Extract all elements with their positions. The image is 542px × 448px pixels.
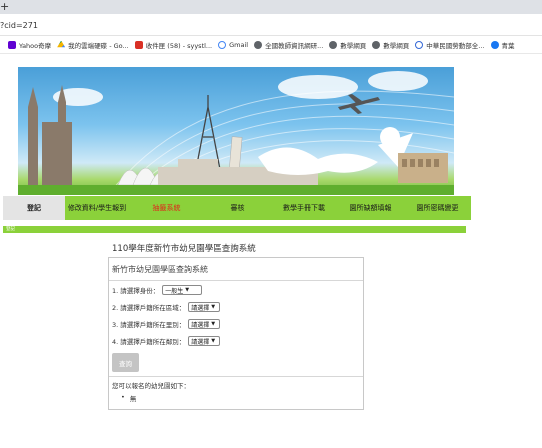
chevron-down-icon: ▼ (211, 304, 216, 310)
bookmark-facebook[interactable]: 青葉 (490, 40, 515, 50)
bookmark-teacher-net[interactable]: 全國教師資訊網研... (254, 40, 323, 50)
url-text[interactable]: ?cid=271 (0, 21, 38, 30)
village-label: 3. 請選擇戶籍所在里別： (112, 321, 186, 329)
ministry-icon (415, 40, 424, 49)
neighborhood-label: 4. 請選擇戶籍所在鄰別： (112, 338, 186, 346)
chevron-down-icon: ▼ (185, 287, 190, 293)
bullet-icon: • (121, 393, 125, 401)
bookmark-math-1[interactable]: 數學網頁 (329, 40, 366, 50)
nav-item-edit-data[interactable]: 修改資料/學生報到 (65, 196, 129, 220)
page-title: 110學年度新竹市幼兒園學區查詢系統 (112, 244, 256, 254)
bookmark-gmail[interactable]: Gmail (218, 40, 248, 49)
facebook-icon (490, 40, 499, 49)
google-drive-icon (57, 40, 66, 48)
identity-label: 1. 請選擇身份： (112, 287, 160, 295)
breadcrumb-bar: 登記 (3, 226, 466, 233)
nav-item-lottery[interactable]: 抽籤系統 (129, 196, 204, 220)
address-bar[interactable]: ?cid=271 (0, 14, 542, 36)
breadcrumb-label: 登記 (6, 227, 15, 232)
new-tab-icon[interactable]: + (0, 1, 9, 12)
village-row: 3. 請選擇戶籍所在里別： 請選擇 ▼ (112, 319, 221, 329)
village-select[interactable]: 請選擇 ▼ (188, 319, 221, 329)
identity-row: 1. 請選擇身份： 一般生 ▼ (112, 285, 203, 295)
divider (109, 376, 363, 377)
result-item-text: 無 (129, 395, 137, 403)
main-nav: 登記 修改資料/學生報到 抽籤系統 審核 數學手冊下載 園所缺額填報 園所密碼變… (3, 196, 471, 220)
bookmark-inbox[interactable]: 收件匣 (58) - syystl... (134, 40, 212, 50)
bookmarks-bar: Yahoo奇摩 我的雲端硬碟 - Go... 收件匣 (58) - syystl… (0, 36, 542, 54)
site-banner-image (18, 67, 454, 195)
bookmark-drive[interactable]: 我的雲端硬碟 - Go... (57, 40, 129, 50)
bookmark-yahoo[interactable]: Yahoo奇摩 (8, 40, 51, 50)
bookmark-math-2[interactable]: 數學網頁 (372, 40, 409, 50)
nav-item-vacancy-report[interactable]: 園所缺額填報 (337, 196, 404, 220)
google-icon (218, 40, 227, 49)
globe-icon (372, 40, 381, 49)
district-label: 2. 請選擇戶籍所在區域： (112, 304, 186, 312)
panel-heading: 新竹市幼兒園學區查詢系統 (109, 258, 363, 281)
chevron-down-icon: ▼ (211, 321, 216, 327)
banner-illustration (18, 71, 454, 195)
nav-item-password-change[interactable]: 園所密碼變更 (404, 196, 471, 220)
nav-item-register[interactable]: 登記 (3, 196, 65, 220)
identity-select[interactable]: 一般生 ▼ (162, 285, 203, 295)
nav-item-manual-download[interactable]: 數學手冊下載 (271, 196, 337, 220)
result-note: 您可以報名的幼兒園如下： (112, 382, 190, 390)
query-panel: 新竹市幼兒園學區查詢系統 1. 請選擇身份： 一般生 ▼ 2. 請選擇戶籍所在區域… (108, 257, 364, 410)
neighborhood-row: 4. 請選擇戶籍所在鄰別： 請選擇 ▼ (112, 336, 221, 346)
yahoo-icon (8, 40, 16, 49)
neighborhood-select[interactable]: 請選擇 ▼ (188, 336, 221, 346)
district-row: 2. 請選擇戶籍所在區域： 請選擇 ▼ (112, 302, 221, 312)
gmail-icon (134, 40, 143, 49)
browser-tab-strip: + (0, 0, 542, 14)
chevron-down-icon: ▼ (211, 338, 216, 344)
globe-icon (254, 40, 263, 49)
result-list-item: • 無 (121, 393, 136, 403)
bookmark-ministry[interactable]: 中華民國勞動部全... (415, 40, 485, 50)
query-button[interactable]: 查詢 (112, 353, 139, 372)
nav-item-review[interactable]: 審核 (204, 196, 271, 220)
globe-icon (329, 40, 338, 49)
district-select[interactable]: 請選擇 ▼ (188, 302, 221, 312)
